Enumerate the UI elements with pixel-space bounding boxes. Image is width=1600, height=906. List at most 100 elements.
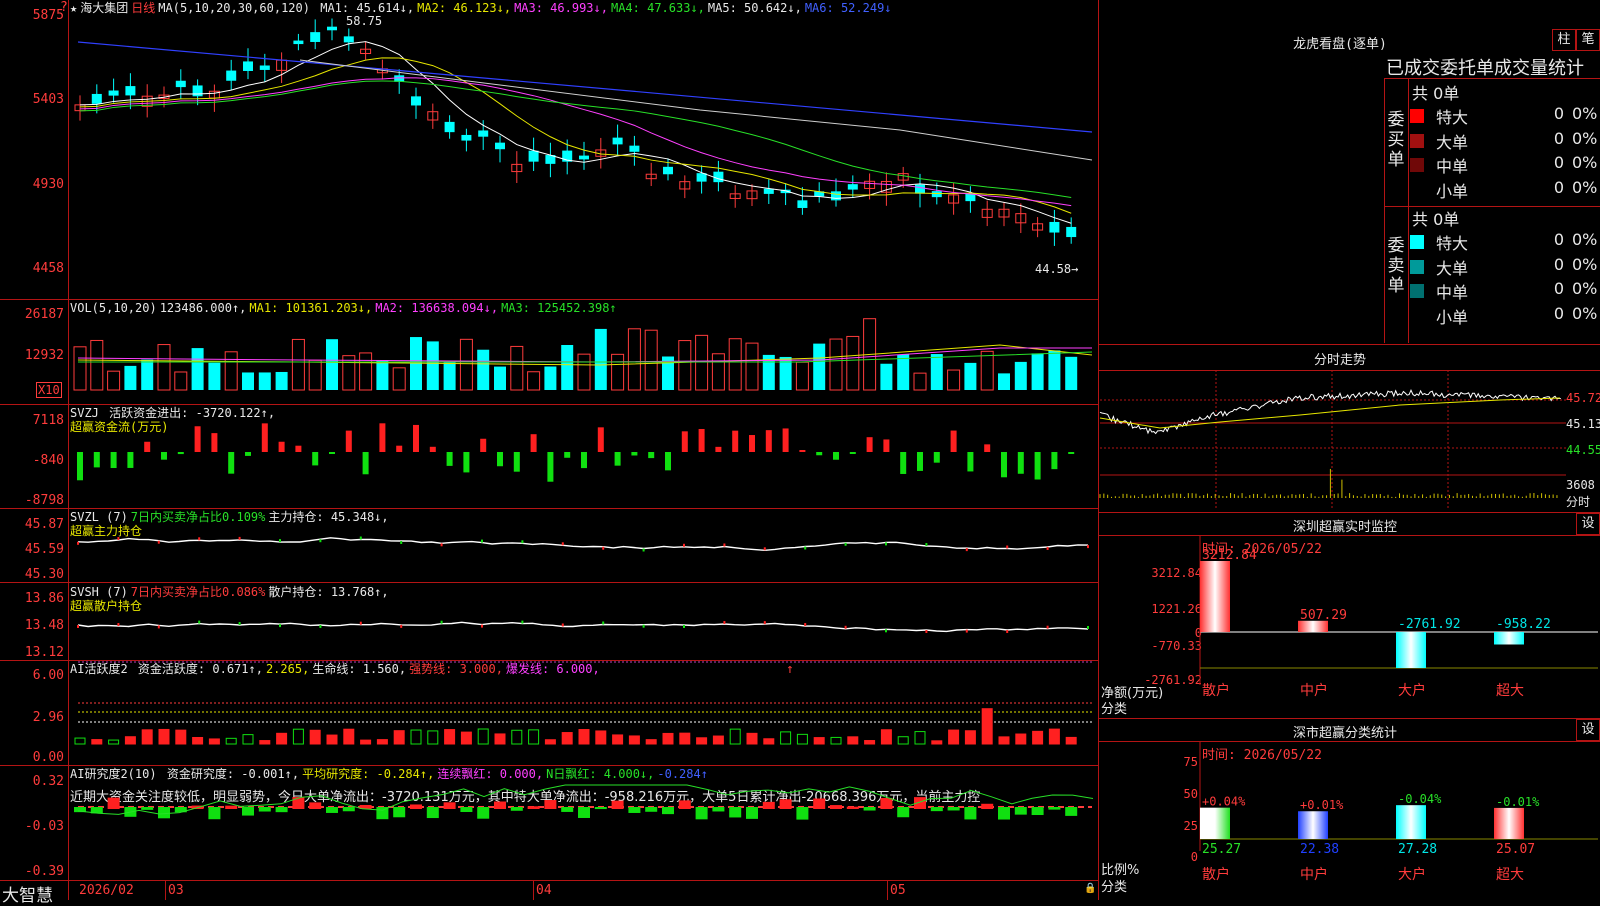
volume-bar [107,370,121,391]
activity-bar [897,736,909,745]
volume-bar [1014,361,1027,390]
flow-bar [513,452,520,472]
candle-body [931,191,942,198]
research-bar [158,807,170,819]
intraday-vol-label: 3608 [1566,478,1595,492]
buy-row: 中单 0 0% [1410,153,1600,177]
holding-line [77,537,1089,552]
flow-bar [362,452,369,475]
monitor-settings-button[interactable]: 设 [1576,513,1600,535]
row-label: 大单 [1436,132,1469,152]
activity-bar [225,737,237,745]
candle-body [125,86,136,96]
sell-side-label: 委卖单 [1387,236,1405,296]
column-view-button[interactable]: 柱 [1552,29,1576,51]
sell-row: 特大 0 0% [1410,230,1600,254]
intraday-title: 分时走势 [1313,353,1366,368]
class-stat-axis-label: 50 [1183,787,1198,801]
row-label: 大单 [1436,258,1469,278]
date-divider [887,881,888,900]
candle-body [663,166,673,175]
research-bar [695,807,708,820]
sell-total: 共 0单 [1412,210,1460,229]
class-stat-axis-label: 0 [1190,850,1198,864]
volume-bar [527,371,541,391]
activity-bar [981,708,993,745]
activity-bar [393,730,405,745]
flow-bar [681,431,688,452]
activity-bar [158,728,170,745]
flow-bar [194,426,201,452]
flow-bar [564,452,571,458]
tick-view-button[interactable]: 笔 [1576,29,1600,51]
activity-bar [343,728,355,745]
volume-bar [964,362,977,390]
activity-bar [309,729,321,745]
research-bar [460,807,473,813]
activity-bar [628,735,640,745]
research-bar [1014,807,1027,815]
volume-bar [443,362,456,390]
candle-body [528,150,539,162]
research-bar [208,807,221,820]
flow-bar [581,452,587,469]
lock-icon[interactable]: 🔒 [1084,883,1096,894]
activity-bar [444,729,456,745]
volume-bar [90,339,104,391]
row-label: 小单 [1436,307,1469,327]
flow-bar [497,452,503,467]
flow-bar [631,452,638,456]
flow-bar [849,452,856,454]
research-bar [998,807,1010,820]
activity-bar [712,735,724,745]
flow-bar [245,452,251,456]
candle-body [91,93,102,104]
class-stat-settings-button[interactable]: 设 [1576,719,1600,741]
volume-bar [73,346,87,391]
candle-body [108,90,119,96]
research-bar [443,802,456,809]
activity-bar [931,740,943,745]
research-bar [729,807,742,818]
candle-body [175,80,186,88]
flow-bar [866,437,873,452]
holding-line [77,621,1089,633]
flow-bar [110,452,117,469]
candle-body [495,142,505,150]
ratio-bar [1298,811,1328,839]
candle-body [797,200,808,208]
activity-bar [561,732,573,745]
activity-bar [326,734,338,745]
category-label: 散户 [1202,866,1230,883]
activity-bar [880,729,892,745]
flow-bar [614,452,621,466]
flow-bar [77,452,83,481]
ratio-value-label: 25.27 [1202,842,1241,857]
flow-bar [177,452,184,455]
activity-bar [729,728,741,745]
activity-bar [511,729,523,745]
row-count: 0 [1553,177,1564,197]
svzj-svg [77,423,1075,482]
bar-value-label: -958.22 [1496,617,1551,632]
volume-bar [477,349,490,390]
category-label: 超大 [1496,867,1524,883]
research-bar [309,802,322,809]
flow-bar [278,441,285,452]
flow-bar [1068,452,1075,454]
activity-bar [578,729,590,745]
research-bar [510,807,523,811]
ratio-value-label: 25.07 [1496,842,1535,857]
activity-bar [662,732,674,745]
activity-bar [796,733,808,745]
monitor-axis-label: 1221.26 [1151,602,1202,616]
activity-bar [1048,728,1060,745]
research-bar [107,797,120,809]
candle-body [629,145,640,152]
monitor-axis-label: 3212.84 [1151,566,1202,580]
flow-bar [211,433,218,452]
volume-bar [141,359,154,390]
flow-bar [1034,452,1041,480]
candle-body [411,96,421,106]
color-swatch [1410,133,1424,148]
